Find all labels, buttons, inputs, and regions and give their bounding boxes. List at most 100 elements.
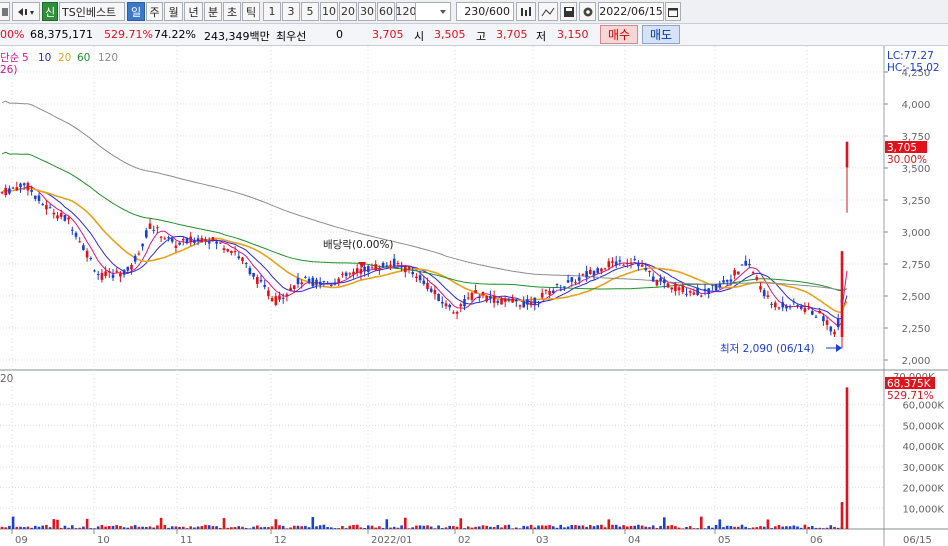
- candle-body: [22, 183, 26, 186]
- price-tick-label: 3,250: [902, 196, 931, 207]
- volume-bar: [56, 519, 59, 529]
- volume-bar: [111, 525, 115, 529]
- volume-bar: [19, 526, 22, 529]
- period-week-tab[interactable]: 주: [146, 2, 163, 21]
- volume-bar: [304, 525, 307, 529]
- candle-body: [71, 229, 74, 231]
- volume-bar: [293, 525, 296, 529]
- volume-bar: [185, 528, 189, 529]
- chart-area[interactable]: 4,2504,0003,7503,5003,2503,0002,7502,500…: [0, 46, 948, 546]
- period-month-tab[interactable]: 월: [164, 2, 183, 21]
- volume-bar: [466, 526, 470, 529]
- turnover-ratio: 74.22%: [154, 28, 196, 41]
- candle-body: [267, 290, 270, 297]
- interval-10-button[interactable]: 10: [320, 2, 338, 21]
- candle-body: [341, 273, 344, 275]
- interval-3-button[interactable]: 3: [282, 2, 300, 21]
- volume-bar: [130, 526, 133, 529]
- candle-body: [407, 266, 411, 270]
- candle-body: [322, 281, 326, 283]
- period-minute-tab[interactable]: 분: [204, 2, 222, 21]
- interval-30-button[interactable]: 30: [358, 2, 376, 21]
- candle-body: [489, 296, 492, 299]
- volume-bar: [145, 526, 148, 529]
- volume-bar: [71, 525, 74, 529]
- line-tool-icon[interactable]: [538, 2, 558, 21]
- sell-button[interactable]: 매도: [642, 25, 680, 44]
- interval-20-button[interactable]: 20: [339, 2, 357, 21]
- candle-body: [566, 280, 570, 283]
- chart-tool-icon[interactable]: [516, 2, 536, 21]
- change-percent: 00%: [0, 28, 25, 41]
- period-day-tab[interactable]: 일: [127, 2, 145, 21]
- sub-indicator-legend: 26): [0, 64, 17, 76]
- candle-body: [533, 297, 537, 305]
- candle-body: [655, 279, 659, 286]
- period-second-tab[interactable]: 초: [223, 2, 241, 21]
- candle-body: [244, 263, 248, 265]
- candle-body: [603, 268, 607, 270]
- volume-bar: [259, 527, 263, 529]
- volume-bar: [22, 527, 26, 529]
- stock-name-field[interactable]: TS인베스트: [59, 2, 125, 21]
- candle-body: [104, 271, 107, 276]
- date-field[interactable]: 2022/06/15: [598, 2, 664, 21]
- interval-60-button[interactable]: 60: [377, 2, 395, 21]
- candle-body: [437, 293, 440, 302]
- volume-bar: [363, 528, 366, 529]
- candle-body: [441, 301, 444, 304]
- candle-body: [344, 272, 348, 277]
- candle-body: [718, 283, 722, 288]
- candle-body: [348, 273, 352, 275]
- volume-bar: [119, 525, 122, 529]
- volume-bar: [337, 528, 340, 529]
- candle-body: [829, 326, 833, 332]
- volume-bar: [256, 525, 259, 529]
- bar-count-field[interactable]: 230/600: [456, 2, 514, 21]
- volume-bar: [274, 519, 278, 529]
- candle-body: [374, 264, 377, 271]
- candle-body: [637, 262, 640, 267]
- candle-body: [729, 279, 733, 282]
- volume-bar: [677, 527, 681, 529]
- interval-120-button[interactable]: 120: [396, 2, 417, 21]
- volume-bar: [418, 525, 422, 529]
- volume-bar: [433, 528, 437, 529]
- volume-bar: [48, 527, 52, 529]
- candle-body: [700, 295, 703, 297]
- volume-bar: [737, 526, 740, 529]
- candle-body: [596, 268, 599, 273]
- volume-bar: [659, 525, 662, 529]
- candle-body: [30, 190, 33, 192]
- volume-bar: [281, 525, 285, 529]
- volume-bar: [422, 525, 426, 529]
- buy-button[interactable]: 매수: [600, 25, 638, 44]
- quote-info-bar: 00% 68,375,171 529.71% 74.22% 243,349백만 …: [0, 24, 948, 46]
- candle-body: [196, 238, 200, 242]
- calendar-icon[interactable]: [665, 2, 681, 21]
- candle-body: [137, 253, 141, 255]
- period-tick-tab[interactable]: 틱: [242, 2, 260, 21]
- interval-1-button[interactable]: 1: [263, 2, 281, 21]
- volume-bar: [640, 525, 644, 529]
- candle-body: [204, 239, 207, 242]
- settings-icon[interactable]: [0, 2, 10, 21]
- volume-bar: [574, 525, 577, 529]
- volume-bar: [404, 517, 407, 529]
- volume-bar: [74, 528, 78, 529]
- candle-body: [581, 274, 585, 276]
- volume-bar: [122, 527, 126, 529]
- period-year-tab[interactable]: 년: [184, 2, 203, 21]
- interval-5-button[interactable]: 5: [301, 2, 319, 21]
- prev-stock-button[interactable]: [12, 2, 40, 21]
- candle-body: [167, 237, 170, 239]
- volume-bar: [829, 525, 833, 529]
- price-tick-label: 2,000: [902, 356, 931, 367]
- volume-bar: [618, 526, 622, 529]
- volume-bar: [555, 527, 559, 529]
- interval-dropdown[interactable]: [415, 2, 451, 21]
- volume-bar: [230, 527, 233, 529]
- candle-body: [352, 271, 355, 275]
- gear-icon[interactable]: [579, 2, 596, 21]
- save-icon[interactable]: [560, 2, 577, 21]
